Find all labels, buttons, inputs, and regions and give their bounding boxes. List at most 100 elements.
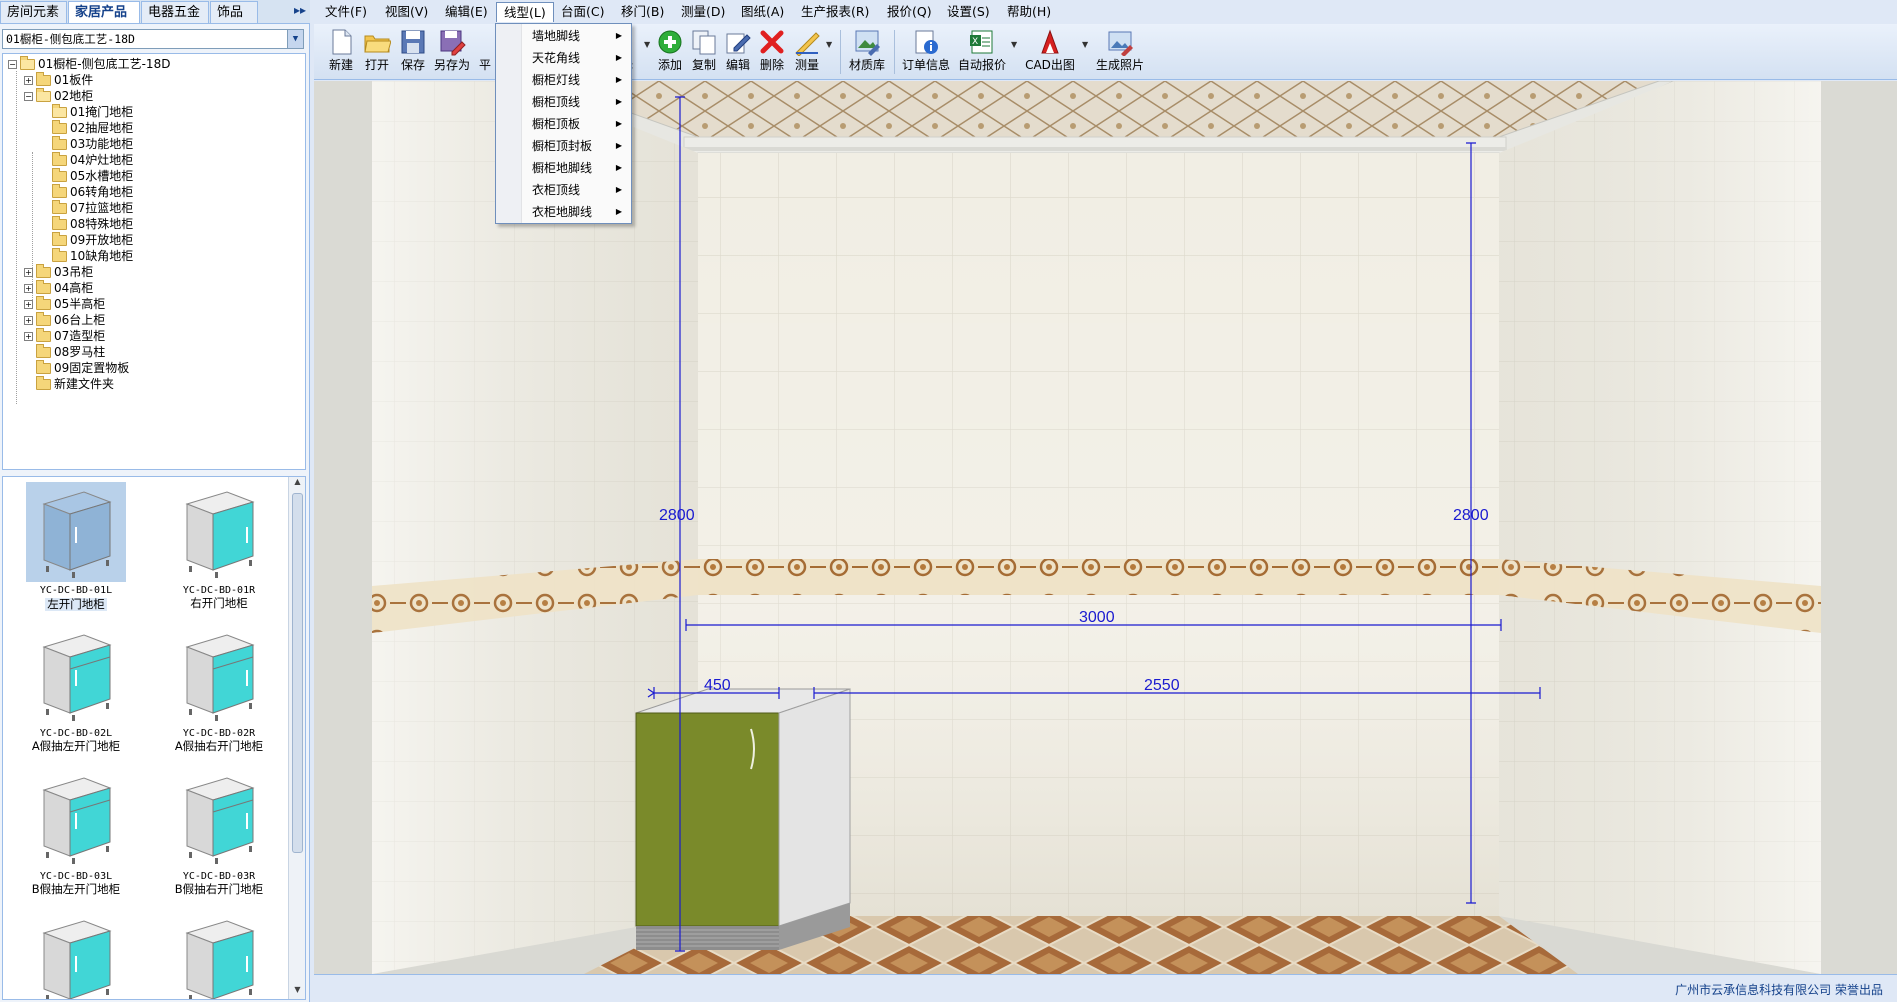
tree-item[interactable]: 05水槽地柜 <box>40 168 133 184</box>
tree-root[interactable]: −01橱柜-侧包底工艺-18D <box>8 56 170 72</box>
save-button[interactable]: 保存 <box>396 26 430 78</box>
add-button[interactable]: 添加 <box>654 26 686 78</box>
partial-button-left[interactable]: 平 <box>478 26 492 78</box>
collapse-icon[interactable]: − <box>24 92 33 101</box>
open-button[interactable]: 打开 <box>360 26 394 78</box>
product-thumbnail[interactable]: YC-DC-BD-01L 左开门地柜 <box>21 482 131 620</box>
line-type-menu-item[interactable]: 橱柜顶板 ▶ <box>497 113 630 135</box>
product-thumbnail[interactable]: YC-DC-BD-01R 右开门地柜 <box>164 482 274 620</box>
tree-item[interactable]: 10缺角地柜 <box>40 248 133 264</box>
scroll-down-icon[interactable]: ▼ <box>289 985 305 999</box>
tree-item[interactable]: +06台上柜 <box>24 312 105 328</box>
tree-item[interactable]: 02抽屉地柜 <box>40 120 133 136</box>
chevron-down-icon[interactable]: ▼ <box>287 30 303 48</box>
category-tree: −01橱柜-侧包底工艺-18D +01板件 −02地柜 01掩门地柜 02抽屉地柜 03… <box>2 53 306 470</box>
edit-button[interactable]: 编辑 <box>722 26 754 78</box>
line-type-menu-item[interactable]: 衣柜顶线 ▶ <box>497 179 630 201</box>
tree-item[interactable]: +03吊柜 <box>24 264 93 280</box>
line-type-menu-item[interactable]: 橱柜地脚线 ▶ <box>497 157 630 179</box>
tree-item[interactable]: 03功能地柜 <box>40 136 133 152</box>
tree-item[interactable]: +05半高柜 <box>24 296 105 312</box>
delete-button[interactable]: 删除 <box>756 26 788 78</box>
expand-icon[interactable]: + <box>24 268 33 277</box>
dropdown-arrow-icon[interactable]: ▼ <box>1011 40 1017 49</box>
expand-icon[interactable]: + <box>24 300 33 309</box>
dropdown-arrow-icon[interactable]: ▼ <box>826 40 832 49</box>
generate-photo-button[interactable]: 生成照片 <box>1094 26 1146 78</box>
cad-export-button[interactable]: CAD出图 <box>1022 26 1078 78</box>
tree-item[interactable]: 08特殊地柜 <box>40 216 133 232</box>
collapse-icon[interactable]: − <box>8 60 17 69</box>
menu-file[interactable]: 文件(F) <box>318 2 374 22</box>
save-as-button[interactable]: 另存为 <box>432 26 472 78</box>
tree-item[interactable]: 09开放地柜 <box>40 232 133 248</box>
base-cabinet[interactable] <box>635 688 851 950</box>
menu-measure[interactable]: 测量(D) <box>674 2 732 22</box>
dimension-remaining: 2550 <box>1144 677 1180 694</box>
line-type-menu-item[interactable]: 橱柜顶封板 ▶ <box>497 135 630 157</box>
new-button[interactable]: 新建 <box>324 26 358 78</box>
menu-help[interactable]: 帮助(H) <box>1000 2 1058 22</box>
line-type-menu-item[interactable]: 天花角线 ▶ <box>497 47 630 69</box>
folder-icon <box>36 312 51 326</box>
tab-scroll-icon[interactable]: ▸▸ <box>294 3 306 17</box>
menu-sliding-door[interactable]: 移门(B) <box>614 2 671 22</box>
expand-icon[interactable]: + <box>24 332 33 341</box>
product-thumbnail[interactable] <box>164 911 274 999</box>
dropdown-arrow-icon[interactable]: ▼ <box>644 40 650 49</box>
menu-drawings[interactable]: 图纸(A) <box>734 2 791 22</box>
material-library-button[interactable]: 材质库 <box>846 26 888 78</box>
tree-item[interactable]: 06转角地柜 <box>40 184 133 200</box>
line-type-menu-item[interactable]: 墙地脚线 ▶ <box>497 25 630 47</box>
line-type-menu-item[interactable]: 橱柜灯线 ▶ <box>497 69 630 91</box>
save-icon <box>399 28 427 56</box>
tree-item[interactable]: 04炉灶地柜 <box>40 152 133 168</box>
tree-item[interactable]: 09固定置物板 <box>24 360 129 376</box>
tree-item[interactable]: 08罗马柱 <box>24 344 105 360</box>
line-type-menu-item[interactable]: 橱柜顶线 ▶ <box>497 91 630 113</box>
scroll-up-icon[interactable]: ▲ <box>289 477 305 491</box>
dropdown-arrow-icon[interactable]: ▼ <box>1082 40 1088 49</box>
menu-line-type[interactable]: 线型(L) <box>496 2 554 22</box>
product-thumbnail[interactable]: YC-DC-BD-03R B假抽右开门地柜 <box>164 768 274 906</box>
line-type-menu-item[interactable]: 衣柜地脚线 ▶ <box>497 201 630 223</box>
product-thumbnail[interactable]: YC-DC-BD-02R A假抽右开门地柜 <box>164 625 274 763</box>
menu-settings[interactable]: 设置(S) <box>940 2 997 22</box>
scrollbar-thumb[interactable] <box>292 493 303 853</box>
menu-view[interactable]: 视图(V) <box>378 2 435 22</box>
tab-appliances-hardware[interactable]: 电器五金 <box>141 1 209 23</box>
tree-item[interactable]: 01掩门地柜 <box>40 104 133 120</box>
expand-icon[interactable]: + <box>24 76 33 85</box>
library-select[interactable]: 01橱柜-侧包底工艺-18D ▼ <box>2 29 304 49</box>
tree-item[interactable]: +01板件 <box>24 72 93 88</box>
tree-item[interactable]: +07造型柜 <box>24 328 105 344</box>
tree-item[interactable]: −02地柜 <box>24 88 93 104</box>
folder-icon <box>36 264 51 278</box>
auto-quote-button[interactable]: X 自动报价 <box>956 26 1008 78</box>
menu-countertop[interactable]: 台面(C) <box>554 2 611 22</box>
order-info-icon <box>912 28 940 56</box>
measure-button[interactable]: 测量 <box>790 26 824 78</box>
folder-icon <box>36 376 51 390</box>
product-thumbnail[interactable]: YC-DC-BD-02L A假抽左开门地柜 <box>21 625 131 763</box>
copy-button[interactable]: 复制 <box>688 26 720 78</box>
svg-text:X: X <box>972 37 978 47</box>
tab-home-products[interactable]: 家居产品 <box>68 1 140 23</box>
product-thumbnail[interactable]: YC-DC-BD-03L B假抽左开门地柜 <box>21 768 131 906</box>
tree-item[interactable]: 新建文件夹 <box>24 376 114 392</box>
menu-edit[interactable]: 编辑(E) <box>438 2 495 22</box>
tree-item[interactable]: 07拉篮地柜 <box>40 200 133 216</box>
tab-room-elements[interactable]: 房间元素 <box>0 1 67 23</box>
tree-item[interactable]: +04高柜 <box>24 280 93 296</box>
thumbnail-scrollbar[interactable]: ▲ ▼ <box>288 477 305 999</box>
expand-icon[interactable]: + <box>24 316 33 325</box>
folder-icon <box>20 56 35 70</box>
product-thumbnails: YC-DC-BD-01L 左开门地柜 YC-DC-BD-01R 右开门地柜 YC-DC-… <box>2 476 306 1000</box>
tab-decorations[interactable]: 饰品 <box>210 1 258 23</box>
menu-quote[interactable]: 报价(Q) <box>880 2 939 22</box>
order-info-button[interactable]: 订单信息 <box>900 26 952 78</box>
cabinet-thumbnail-image <box>169 625 269 725</box>
expand-icon[interactable]: + <box>24 284 33 293</box>
product-thumbnail[interactable] <box>21 911 131 999</box>
menu-production-report[interactable]: 生产报表(R) <box>794 2 876 22</box>
